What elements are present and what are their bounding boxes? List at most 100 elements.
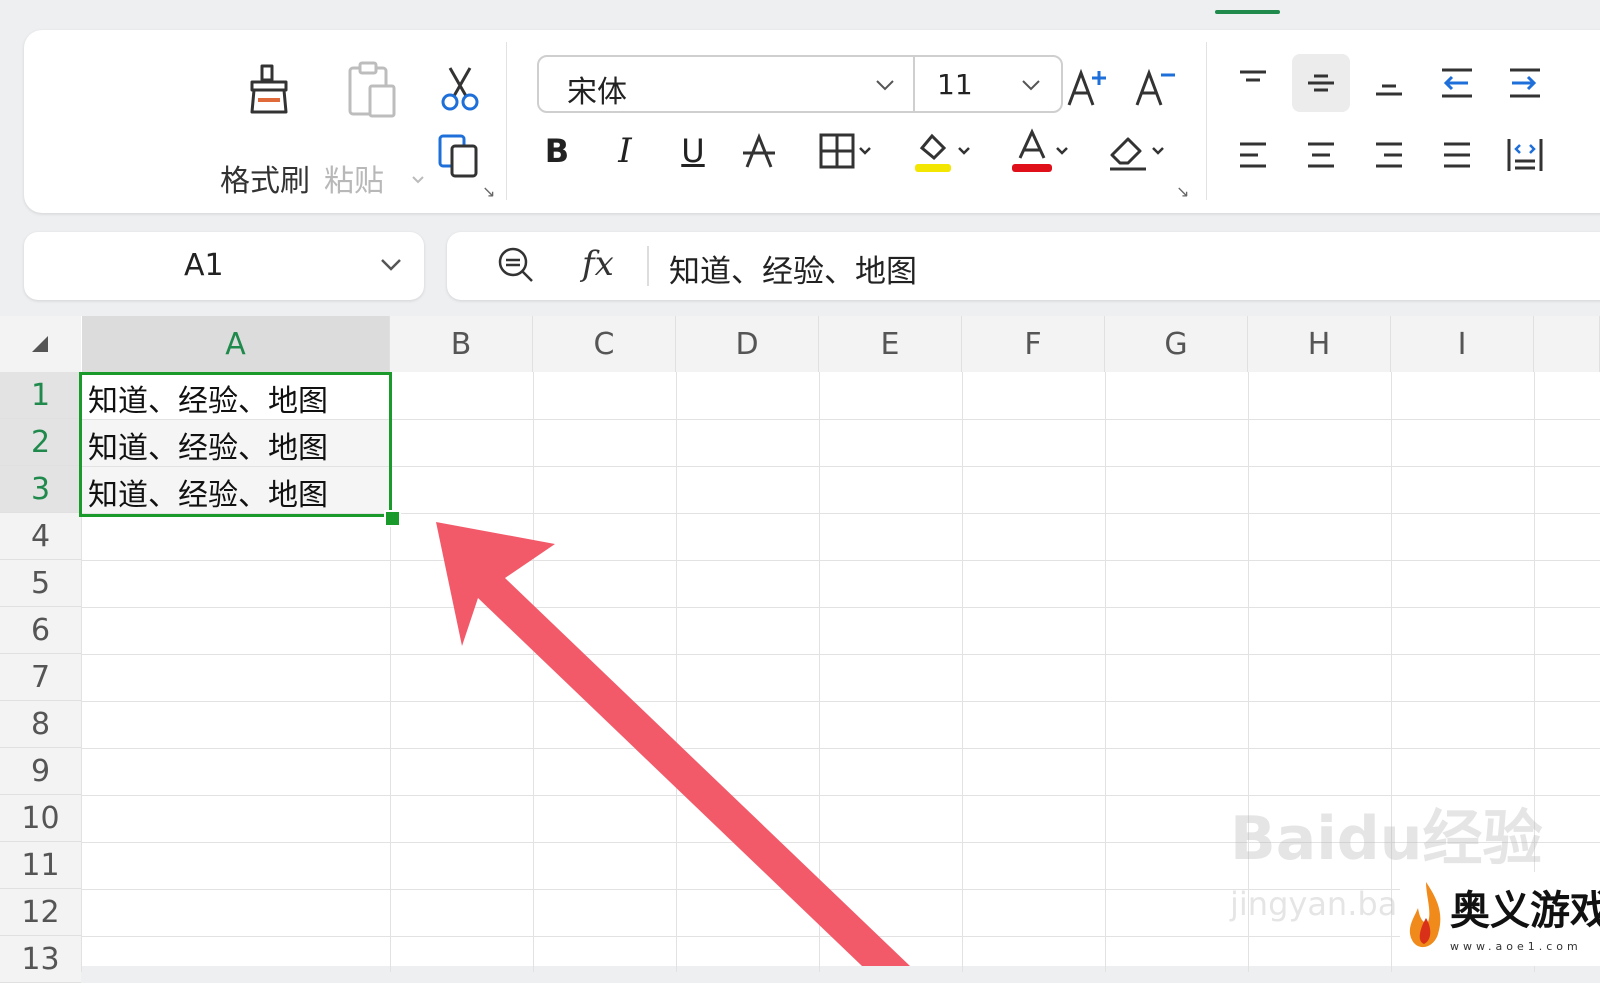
insert-function-button[interactable]: fx: [582, 244, 614, 284]
align-center-button[interactable]: [1292, 126, 1350, 184]
strikethrough-button[interactable]: [736, 126, 782, 176]
italic-button[interactable]: I: [602, 126, 648, 176]
grid-line: [1105, 372, 1106, 972]
clipboard-icon: [348, 61, 396, 118]
paste-dropdown-chevron-icon[interactable]: [410, 172, 426, 188]
row-header-6[interactable]: 6: [0, 607, 81, 654]
grid-line: [1391, 372, 1392, 972]
increase-indent-icon: [1510, 68, 1540, 98]
site-logo-badge: 奥义游戏网 www.aoe1.com: [1400, 872, 1600, 966]
align-right-button[interactable]: [1360, 126, 1418, 184]
column-header-c[interactable]: C: [533, 316, 676, 372]
bold-button[interactable]: B: [534, 126, 580, 176]
grid-line: [81, 701, 1600, 702]
borders-button[interactable]: [808, 126, 882, 176]
grid-line: [81, 560, 1600, 561]
column-header-b[interactable]: B: [390, 316, 533, 372]
row-header-10[interactable]: 10: [0, 795, 81, 842]
font-name-dropdown-chevron-icon[interactable]: [871, 71, 899, 99]
justify-icon: [1444, 142, 1470, 168]
flame-logo-icon: [1409, 882, 1441, 948]
scissors-icon: [441, 67, 479, 111]
bold-label: B: [544, 132, 570, 170]
select-all-corner[interactable]: [0, 316, 81, 372]
grid-line: [533, 372, 534, 972]
underline-button[interactable]: U: [670, 126, 716, 176]
row-header-7[interactable]: 7: [0, 654, 81, 701]
font-size-input[interactable]: 11: [937, 68, 973, 101]
align-left-button[interactable]: [1224, 126, 1282, 184]
site-logo-url: www.aoe1.com: [1450, 940, 1582, 953]
grid-line: [1248, 372, 1249, 972]
grid-line: [81, 748, 1600, 749]
decrease-indent-button[interactable]: [1428, 54, 1486, 112]
grid-line: [81, 936, 1600, 937]
name-box-dropdown-chevron-icon[interactable]: [378, 252, 404, 278]
underline-label: U: [681, 132, 705, 170]
column-header-h[interactable]: H: [1248, 316, 1391, 372]
row-header-11[interactable]: 11: [0, 842, 81, 889]
row-header-9[interactable]: 9: [0, 748, 81, 795]
format-painter-label: 格式刷: [220, 164, 310, 199]
increase-indent-button[interactable]: [1496, 54, 1554, 112]
paste-button[interactable]: 粘贴: [324, 58, 444, 199]
grid-line: [962, 372, 963, 972]
zoom-out-icon[interactable]: [495, 244, 537, 286]
column-header-f[interactable]: F: [962, 316, 1105, 372]
fill-handle[interactable]: [384, 510, 401, 527]
grid-line: [819, 372, 820, 972]
decrease-indent-icon: [1442, 68, 1472, 98]
selection-range-box: [79, 372, 392, 517]
cut-button[interactable]: [432, 60, 488, 116]
increase-font-size-icon: [1067, 68, 1106, 106]
borders-dropdown-chevron-icon[interactable]: [857, 143, 873, 159]
active-tab-indicator: [1215, 10, 1280, 14]
column-header-i[interactable]: I: [1391, 316, 1534, 372]
increase-font-size-button[interactable]: [1060, 60, 1116, 116]
align-middle-button[interactable]: [1292, 54, 1350, 112]
baidu-watermark: Baidu经验: [1230, 804, 1543, 874]
clear-format-button[interactable]: [1098, 126, 1174, 176]
paste-label: 粘贴: [324, 164, 384, 199]
row-header-1[interactable]: 1: [0, 372, 81, 419]
column-header-e[interactable]: E: [819, 316, 962, 372]
font-name-input[interactable]: 宋体: [567, 67, 627, 111]
row-header-8[interactable]: 8: [0, 701, 81, 748]
justify-button[interactable]: [1428, 126, 1486, 184]
font-color-dropdown-chevron-icon[interactable]: [1054, 143, 1070, 159]
name-box[interactable]: A1: [24, 232, 424, 300]
align-left-icon: [1240, 142, 1266, 168]
fill-color-button[interactable]: [904, 126, 980, 176]
row-header-3[interactable]: 3: [0, 466, 81, 513]
column-header-g[interactable]: G: [1105, 316, 1248, 372]
align-top-button[interactable]: [1224, 54, 1282, 112]
distributed-align-icon: [1507, 139, 1543, 171]
font-color-button[interactable]: [1002, 126, 1078, 176]
ribbon-toolbar: 格式刷 粘贴 ↘ 宋体 11 B I U ↘: [24, 30, 1600, 213]
clear-format-dropdown-chevron-icon[interactable]: [1150, 143, 1166, 159]
row-header-12[interactable]: 12: [0, 889, 81, 936]
font-dialog-launcher-icon[interactable]: ↘: [1176, 182, 1189, 201]
decrease-font-size-button[interactable]: [1128, 60, 1184, 116]
align-bottom-button[interactable]: [1360, 54, 1418, 112]
column-header-j[interactable]: [1534, 316, 1600, 372]
clipboard-dialog-launcher-icon[interactable]: ↘: [482, 182, 495, 201]
font-size-dropdown-chevron-icon[interactable]: [1017, 71, 1045, 99]
row-header-4[interactable]: 4: [0, 513, 81, 560]
row-header-13[interactable]: 13: [0, 936, 81, 983]
column-header-d[interactable]: D: [676, 316, 819, 372]
column-header-a[interactable]: A: [82, 316, 390, 372]
formula-input[interactable]: 知道、经验、地图: [669, 246, 917, 291]
grid-line: [676, 372, 677, 972]
ribbon-separator: [506, 42, 507, 200]
distributed-align-button[interactable]: [1496, 126, 1554, 184]
copy-button[interactable]: [432, 128, 488, 184]
site-logo-text: 奥义游戏网: [1450, 887, 1600, 934]
fill-bucket-icon: [915, 133, 951, 172]
fill-color-dropdown-chevron-icon[interactable]: [956, 143, 972, 159]
borders-icon: [819, 133, 855, 169]
row-header-2[interactable]: 2: [0, 419, 81, 466]
row-header-5[interactable]: 5: [0, 560, 81, 607]
grid-line: [81, 654, 1600, 655]
format-painter-button[interactable]: 格式刷: [220, 58, 320, 199]
